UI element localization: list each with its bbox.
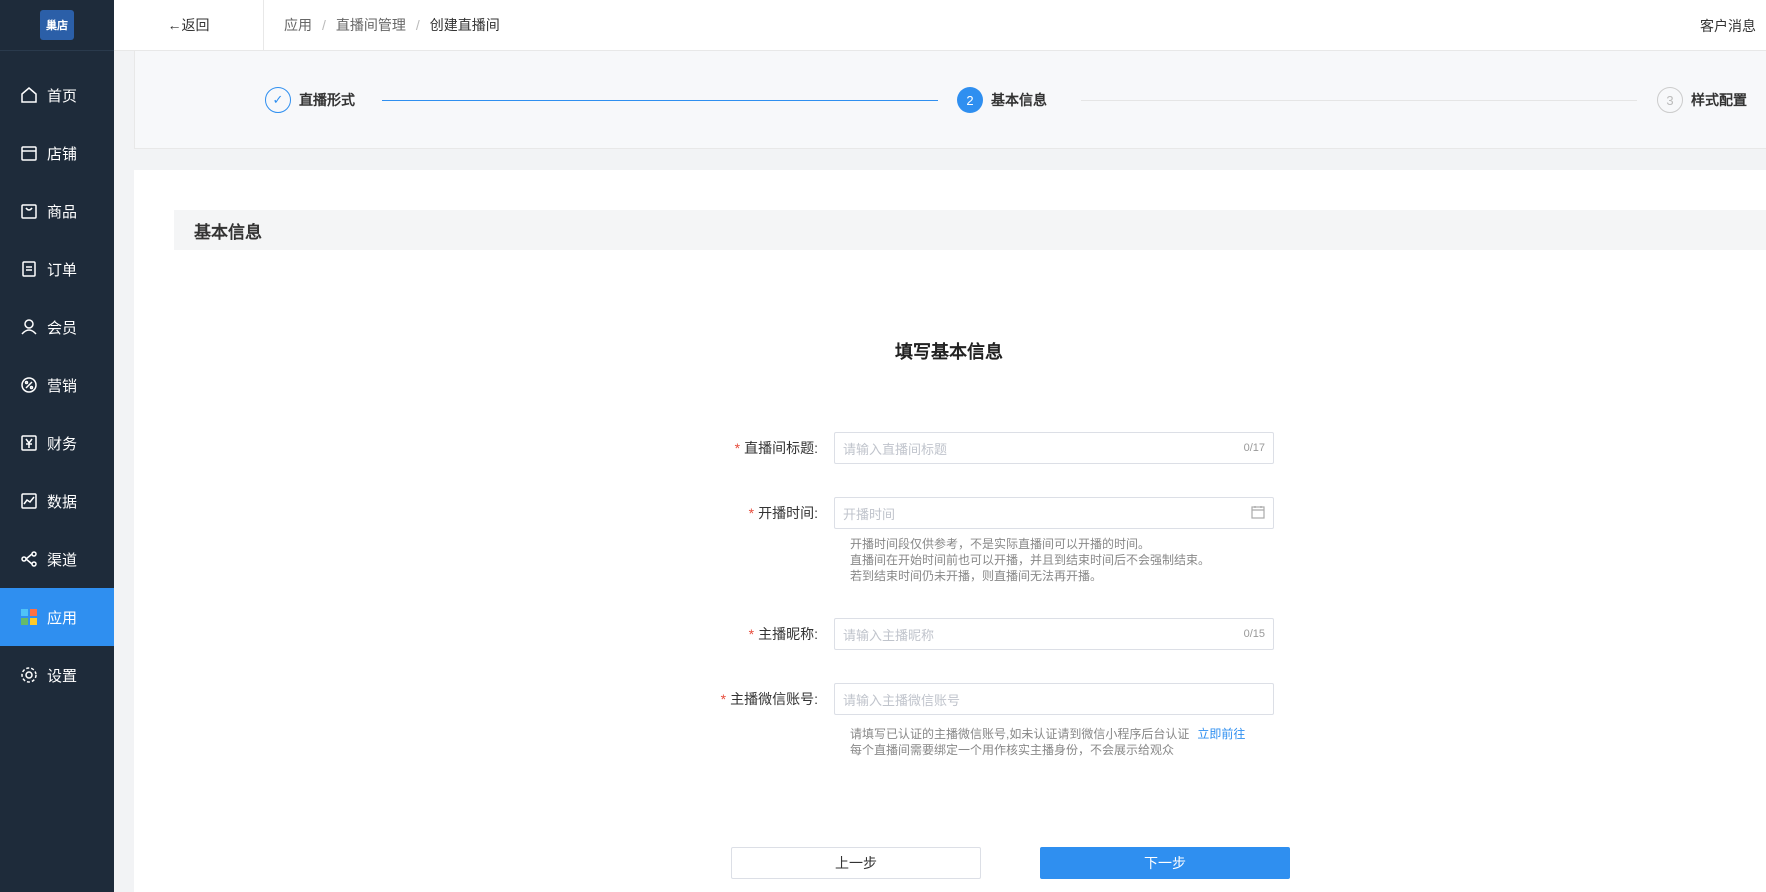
input-placeholder: 请输入主播昵称 xyxy=(843,627,935,643)
live-title-input[interactable]: 请输入直播间标题 0/17 xyxy=(834,432,1274,464)
step-label: 基本信息 xyxy=(991,92,1047,108)
breadcrumb-current: 创建直播间 xyxy=(429,17,500,33)
sidebar-item-label: 商品 xyxy=(47,203,78,221)
sidebar-item-settings[interactable]: 设置 xyxy=(0,646,114,704)
sidebar-item-store[interactable]: 店铺 xyxy=(0,124,114,182)
field-label: * 主播微信账号: xyxy=(720,691,818,707)
step-label: 直播形式 xyxy=(299,92,355,108)
step-number: 3 xyxy=(1657,87,1683,113)
section-title: 基本信息 xyxy=(174,210,1766,250)
back-button[interactable]: ←返回 xyxy=(114,0,264,51)
step-connector xyxy=(382,100,938,101)
form-card: 基本信息 填写基本信息 * 直播间标题: 请输入直播间标题 0/17 * 开播时间:… xyxy=(134,170,1766,892)
sidebar: 巢店 首页 店铺 商品 订单 会员 营销 财务 数据 渠道 应用 设置 xyxy=(0,0,114,892)
required-mark: * xyxy=(720,691,727,707)
required-mark: * xyxy=(734,440,741,456)
sidebar-item-label: 首页 xyxy=(47,87,78,105)
char-count: 0/15 xyxy=(1243,628,1265,640)
sidebar-item-label: 数据 xyxy=(47,493,78,511)
breadcrumb-item[interactable]: 应用 xyxy=(284,15,312,35)
start-time-picker[interactable]: 开播时间 xyxy=(834,497,1274,529)
bag-icon xyxy=(20,202,38,220)
store-icon xyxy=(20,144,38,162)
form-title: 填写基本信息 xyxy=(895,342,1003,362)
anchor-wechat-input[interactable]: 请输入主播微信账号 xyxy=(834,683,1274,715)
home-icon xyxy=(20,86,38,104)
yen-icon xyxy=(20,434,38,452)
sidebar-item-label: 会员 xyxy=(47,319,78,337)
form-row-time: * 开播时间: 开播时间 xyxy=(134,497,1274,529)
input-placeholder: 请输入主播微信账号 xyxy=(843,692,961,708)
sidebar-item-goods[interactable]: 商品 xyxy=(0,182,114,240)
logo-icon: 巢店 xyxy=(40,10,74,40)
input-placeholder: 请输入直播间标题 xyxy=(843,441,948,457)
time-hint: 开播时间段仅供参考，不是实际直播间可以开播的时间。 直播间在开始时间前也可以开播… xyxy=(850,537,1211,583)
required-mark: * xyxy=(748,626,755,642)
form-row-nickname: * 主播昵称: 请输入主播昵称 0/15 xyxy=(134,618,1274,650)
step-1: ✓ 直播形式 xyxy=(265,87,355,113)
step-3: 3 样式配置 xyxy=(1657,87,1747,113)
sidebar-item-label: 应用 xyxy=(47,609,78,627)
sidebar-item-home[interactable]: 首页 xyxy=(0,66,114,124)
user-icon xyxy=(20,318,38,336)
calendar-icon xyxy=(1251,505,1265,522)
sidebar-item-apps[interactable]: 应用 xyxy=(0,588,114,646)
sidebar-item-marketing[interactable]: 营销 xyxy=(0,356,114,414)
sidebar-item-label: 渠道 xyxy=(47,551,78,569)
form-row-wechat: * 主播微信账号: 请输入主播微信账号 xyxy=(134,683,1274,715)
sidebar-item-label: 店铺 xyxy=(47,145,78,163)
sidebar-item-label: 营销 xyxy=(47,377,78,395)
breadcrumb-separator: / xyxy=(415,17,420,33)
sidebar-item-data[interactable]: 数据 xyxy=(0,472,114,530)
customer-messages-link[interactable]: 客户消息 xyxy=(1700,0,1756,51)
top-header: ←返回 应用 / 直播间管理 / 创建直播间 客户消息 xyxy=(114,0,1766,51)
char-count: 0/17 xyxy=(1243,442,1265,454)
step-number: 2 xyxy=(957,87,983,113)
sidebar-item-finance[interactable]: 财务 xyxy=(0,414,114,472)
marketing-icon xyxy=(20,376,38,394)
sidebar-item-channels[interactable]: 渠道 xyxy=(0,530,114,588)
chart-icon xyxy=(20,492,38,510)
share-icon xyxy=(20,550,38,568)
field-label: * 开播时间: xyxy=(748,505,818,521)
input-placeholder: 开播时间 xyxy=(843,506,896,522)
sidebar-item-orders[interactable]: 订单 xyxy=(0,240,114,298)
breadcrumb-item[interactable]: 直播间管理 xyxy=(336,15,406,35)
required-mark: * xyxy=(748,505,755,521)
logo[interactable]: 巢店 xyxy=(0,0,114,51)
step-indicator: ✓ 直播形式 2 基本信息 3 样式配置 xyxy=(134,51,1766,149)
next-step-button[interactable]: 下一步 xyxy=(1040,847,1290,879)
step-2: 2 基本信息 xyxy=(957,87,1047,113)
go-now-link[interactable]: 立即前往 xyxy=(1197,727,1245,741)
breadcrumb: 应用 / 直播间管理 / 创建直播间 xyxy=(284,15,500,35)
order-icon xyxy=(20,260,38,278)
check-icon: ✓ xyxy=(265,87,291,113)
anchor-nickname-input[interactable]: 请输入主播昵称 0/15 xyxy=(834,618,1274,650)
field-label: * 主播昵称: xyxy=(748,626,818,642)
step-label: 样式配置 xyxy=(1691,92,1747,108)
gear-icon xyxy=(20,666,38,684)
apps-icon xyxy=(20,608,38,626)
field-label: * 直播间标题: xyxy=(734,440,818,456)
sidebar-item-label: 订单 xyxy=(47,261,78,279)
wechat-hint: 请填写已认证的主播微信账号,如未认证请到微信小程序后台认证 立即前往 每个直播间需… xyxy=(850,727,1246,757)
prev-step-button[interactable]: 上一步 xyxy=(731,847,981,879)
step-connector xyxy=(1081,100,1637,101)
sidebar-nav: 首页 店铺 商品 订单 会员 营销 财务 数据 渠道 应用 设置 xyxy=(0,66,114,704)
breadcrumb-separator: / xyxy=(322,17,326,33)
form-row-title: * 直播间标题: 请输入直播间标题 0/17 xyxy=(134,432,1274,464)
sidebar-item-label: 设置 xyxy=(47,667,78,685)
sidebar-item-label: 财务 xyxy=(47,435,78,453)
